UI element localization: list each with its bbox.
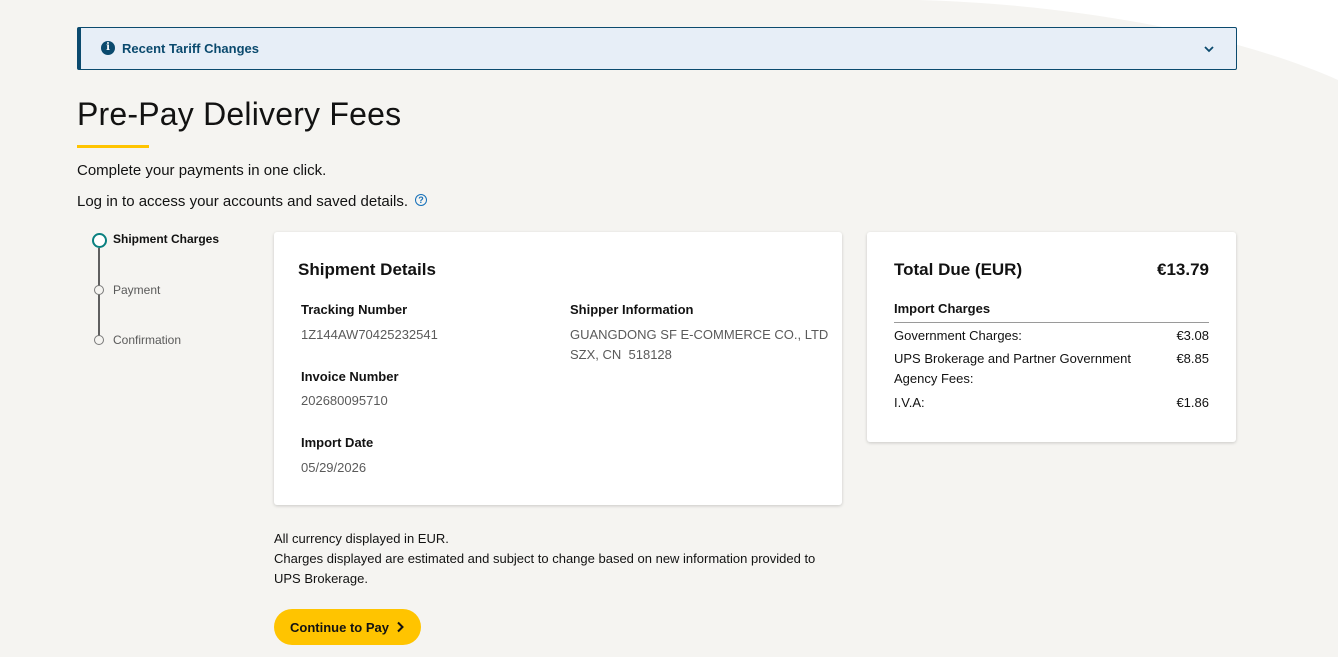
tracking-number-label: Tracking Number xyxy=(301,302,408,317)
step-payment: Payment xyxy=(113,283,161,297)
shipper-info-label: Shipper Information xyxy=(570,302,694,317)
invoice-number-label: Invoice Number xyxy=(301,369,399,384)
charge-amount: €1.86 xyxy=(1176,395,1209,410)
page-title: Pre-Pay Delivery Fees xyxy=(77,96,402,132)
step-shipment-charges: Shipment Charges xyxy=(113,232,220,246)
charge-label: UPS Brokerage and Partner Government Age… xyxy=(894,351,1132,386)
title-underline xyxy=(77,145,149,148)
import-date-value: 05/29/2026 xyxy=(301,460,367,475)
info-icon: i xyxy=(101,41,115,55)
tariff-alert-banner[interactable]: i Recent Tariff Changes xyxy=(77,27,1237,70)
total-due-amount: €13.79 xyxy=(1157,260,1209,279)
total-due-card: Total Due (EUR) €13.79 Import Charges Go… xyxy=(867,232,1236,442)
estimate-disclaimer: Charges displayed are estimated and subj… xyxy=(274,551,816,586)
charge-amount: €8.85 xyxy=(1176,351,1209,366)
chevron-down-icon[interactable] xyxy=(1202,42,1216,56)
tracking-number-value: 1Z144AW70425232541 xyxy=(301,327,438,342)
help-icon[interactable]: ? xyxy=(415,194,427,206)
charge-row: Government Charges: €3.08 xyxy=(894,326,1209,346)
page-subtitle: Complete your payments in one click. xyxy=(77,162,327,179)
alert-title: Recent Tariff Changes xyxy=(122,41,260,56)
charges-divider xyxy=(894,322,1209,323)
charge-row: I.V.A: €1.86 xyxy=(894,393,1209,413)
currency-notes: All currency displayed in EUR. Charges d… xyxy=(274,529,844,589)
progress-stepper: Shipment Charges Payment Confirmation xyxy=(90,230,260,360)
shipper-address: SZX, CN 518128 xyxy=(570,347,672,362)
continue-to-pay-label: Continue to Pay xyxy=(290,619,389,635)
background-decoration xyxy=(918,0,1338,80)
currency-note: All currency displayed in EUR. xyxy=(274,531,449,546)
shipper-name: GUANGDONG SF E-COMMERCE CO., LTD xyxy=(570,327,829,342)
charge-row: UPS Brokerage and Partner Government Age… xyxy=(894,349,1209,389)
step-indicator-shipment-charges xyxy=(91,233,107,248)
shipment-details-title: Shipment Details xyxy=(298,260,436,279)
charge-label: I.V.A: xyxy=(894,395,925,410)
continue-to-pay-button[interactable]: Continue to Pay xyxy=(274,609,421,645)
chevron-right-icon xyxy=(397,621,404,633)
charge-label: Government Charges: xyxy=(894,328,1022,343)
total-due-label: Total Due (EUR) xyxy=(894,260,1023,279)
login-prompt: Log in to access your accounts and saved… xyxy=(77,193,409,210)
import-charges-title: Import Charges xyxy=(894,301,991,316)
step-confirmation: Confirmation xyxy=(113,333,182,347)
step-indicator-confirmation xyxy=(94,335,104,345)
invoice-number-value: 202680095710 xyxy=(301,393,388,408)
shipment-details-card: Shipment Details Tracking Number 1Z144AW… xyxy=(274,232,842,505)
import-date-label: Import Date xyxy=(301,435,374,450)
charge-amount: €3.08 xyxy=(1176,328,1209,343)
stepper-line xyxy=(98,248,100,344)
step-indicator-payment xyxy=(94,285,104,295)
